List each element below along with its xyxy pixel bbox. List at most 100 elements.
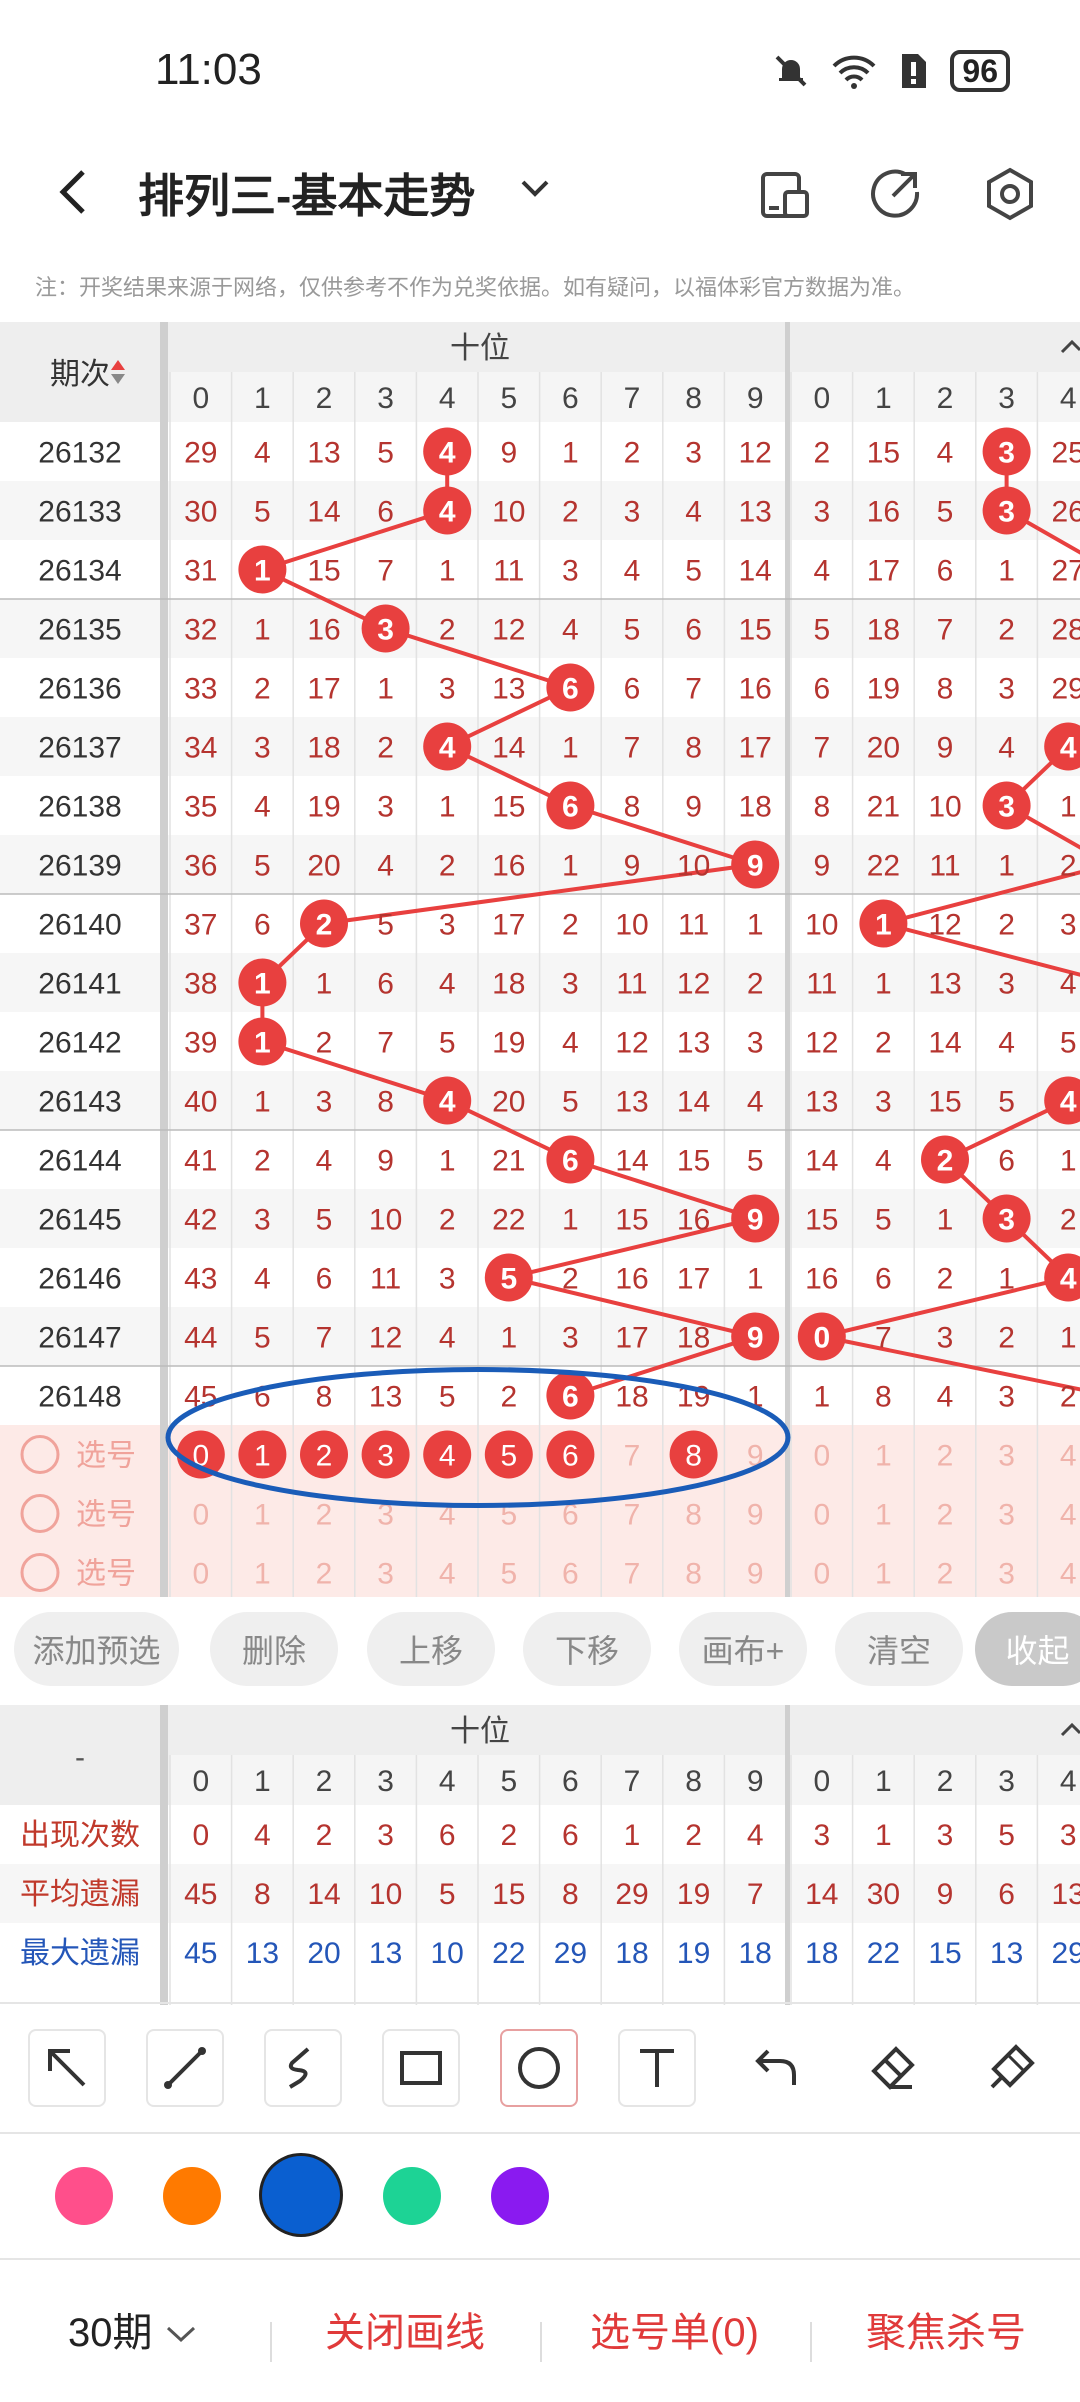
disclaimer-notice: 注：开奖结果来源于网络，仅供参考不作为兑奖依据。如有疑问，以福体彩官方数据为准。 [35,275,916,300]
miss-count-cell: 1 [439,555,456,588]
stats-digit-header: 5 [500,1765,517,1798]
add-preselect-button[interactable]: 添加预选 [14,1612,179,1686]
miss-count-cell: 7 [685,673,702,706]
color-green-swatch[interactable] [383,2167,441,2225]
miss-count-cell: 15 [805,1204,838,1237]
miss-count-cell: 14 [805,1145,838,1178]
clear-brush-icon[interactable] [972,2029,1050,2107]
period-header-label: 期次 [50,358,110,391]
hit-ball-number: 9 [747,1204,764,1237]
miss-count-cell: 12 [805,1027,838,1060]
miss-count-cell: 14 [928,1027,961,1060]
miss-count-cell: 42 [184,1204,217,1237]
select-number: 8 [685,1499,702,1532]
miss-count-cell: 1 [377,673,394,706]
page-title[interactable]: 排列三-基本走势 [138,160,475,226]
stats-cell: 1 [875,1819,892,1852]
hit-ball-number: 5 [500,1263,517,1296]
digit-header-2: 2 [316,382,333,415]
period-selector[interactable]: 30期 [68,2300,198,2358]
hit-ball-number: 3 [998,791,1015,824]
stats-cell: 2 [316,1819,333,1852]
miss-count-cell: 40 [184,1086,217,1119]
stats-cell: 13 [369,1937,402,1970]
miss-count-cell: 11 [370,1263,401,1296]
back-arrow-icon[interactable] [45,162,105,222]
phone-layout-icon[interactable] [755,164,815,224]
miss-count-cell: 2 [377,732,394,765]
miss-count-cell: 4 [937,1381,954,1414]
period-cell: 26134 [38,555,121,588]
move-down-button[interactable]: 下移 [523,1612,651,1686]
freehand-icon[interactable] [264,2029,342,2107]
miss-count-cell: 2 [937,1263,954,1296]
select-number: 0 [192,1558,209,1591]
trend-chart[interactable]: 期次 十位 0 1 2 3 4 5 6 7 8 9 0 1 2 3 4 26132 29 4 13 5 4 9 1 2 3 12 2 15… [0,322,1080,1597]
miss-count-cell: 3 [439,673,456,706]
app-header: 排列三-基本走势 [0,140,1080,250]
miss-count-cell: 5 [316,1204,333,1237]
stats-cell: 18 [805,1937,838,1970]
miss-count-cell: 18 [867,614,900,647]
period-cell: 26141 [38,968,121,1001]
text-icon[interactable] [618,2029,696,2107]
delete-button[interactable]: 删除 [210,1612,338,1686]
chevron-down-icon[interactable] [515,168,555,208]
collapse-button[interactable]: 收起 [975,1612,1080,1686]
digit-header-7: 7 [624,382,641,415]
stats-cell: 15 [492,1878,525,1911]
canvas-plus-button[interactable]: 画布+ [679,1612,807,1686]
group-tens-title: 十位 [450,332,510,365]
miss-count-cell: 1 [500,1322,517,1355]
stats-cell: 5 [998,1819,1015,1852]
move-up-button[interactable]: 上移 [367,1612,495,1686]
color-purple-swatch[interactable] [491,2167,549,2225]
color-orange-swatch[interactable] [163,2167,221,2225]
miss-count-cell: 2 [998,614,1015,647]
miss-count-cell: 2 [875,1027,892,1060]
miss-count-cell: 10 [615,909,648,942]
miss-count-cell: 31 [184,555,217,588]
miss-count-cell: 1 [998,555,1015,588]
rectangle-icon[interactable] [382,2029,460,2107]
select-number: 3 [998,1558,1015,1591]
stats-cell: 29 [554,1937,587,1970]
select-number: 2 [316,1499,333,1532]
miss-count-cell: 1 [747,1263,764,1296]
share-icon[interactable] [865,164,925,224]
digit2-header-1: 1 [875,382,892,415]
selection-list-button[interactable]: 选号单(0) [590,2300,759,2358]
digit-header-9: 9 [747,382,764,415]
bell-off-icon [775,55,807,87]
stats-cell: 6 [562,1819,579,1852]
miss-count-cell: 18 [615,1381,648,1414]
select-arrow-icon[interactable] [28,2029,106,2107]
miss-count-cell: 9 [685,791,702,824]
stats-group-tens-title: 十位 [450,1715,510,1748]
focus-kill-button[interactable]: 聚焦杀号 [866,2300,1026,2358]
digit-header-5: 5 [500,382,517,415]
select-number: 0 [192,1499,209,1532]
settings-icon[interactable] [980,164,1040,224]
color-pink-swatch[interactable] [55,2167,113,2225]
select-number: 7 [624,1558,641,1591]
close-draw-button[interactable]: 关闭画线 [325,2300,485,2358]
miss-count-cell: 22 [867,850,900,883]
color-blue-swatch-selected[interactable] [262,2156,340,2234]
miss-count-cell: 4 [875,1145,892,1178]
circle-icon[interactable] [500,2029,578,2107]
eraser-icon[interactable] [854,2029,932,2107]
stats-cell: 3 [377,1819,394,1852]
miss-count-cell: 22 [492,1204,525,1237]
stats-cell: 13 [990,1937,1023,1970]
miss-count-cell: 20 [867,732,900,765]
miss-count-cell: 16 [307,614,340,647]
selected-number: 5 [500,1440,517,1473]
clear-button[interactable]: 清空 [835,1612,963,1686]
miss-count-cell: 10 [677,850,710,883]
undo-icon[interactable] [736,2029,814,2107]
stats-row-label: 最大遗漏 [20,1937,140,1970]
line-icon[interactable] [146,2029,224,2107]
period-selector-label: 30期 [68,2311,153,2355]
miss-count-cell: 19 [307,791,340,824]
